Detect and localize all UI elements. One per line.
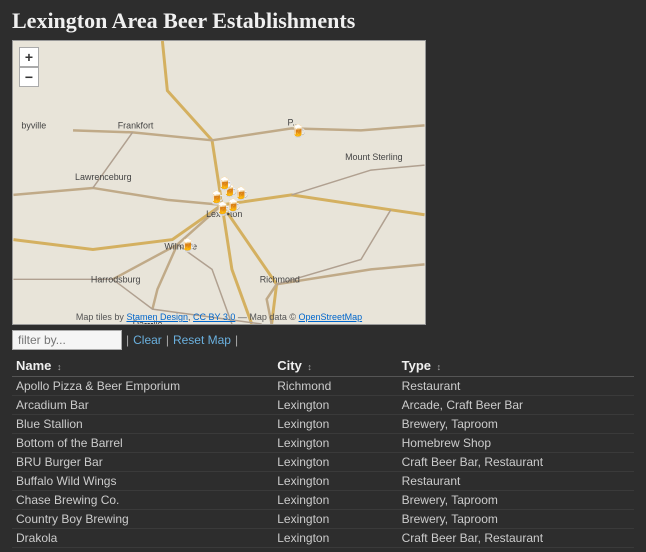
cell-name: Arcadium Bar (12, 396, 273, 415)
town-mount-sterling: Mount Sterling (345, 152, 403, 162)
table-row[interactable]: Apollo Pizza & Beer EmporiumRichmondRest… (12, 377, 634, 396)
table-body: Apollo Pizza & Beer EmporiumRichmondRest… (12, 377, 634, 548)
cell-type: Restaurant (398, 377, 634, 396)
map-container: Frankfort Lawrenceburg Harrodsburg Wilmo… (12, 40, 426, 325)
zoom-in-button[interactable]: + (19, 47, 39, 67)
cell-city: Lexington (273, 396, 397, 415)
cell-name: Drakola (12, 529, 273, 548)
town-lawrenceburg: Lawrenceburg (75, 172, 132, 182)
table-row[interactable]: Country Boy BrewingLexingtonBrewery, Tap… (12, 510, 634, 529)
cell-city: Richmond (273, 377, 397, 396)
cell-type: Craft Beer Bar, Restaurant (398, 453, 634, 472)
table-row[interactable]: Chase Brewing Co.LexingtonBrewery, Tapro… (12, 491, 634, 510)
cell-city: Lexington (273, 453, 397, 472)
clear-filter-link[interactable]: Clear (133, 333, 162, 347)
beer-icon-wilmore[interactable]: 🍺 (180, 237, 196, 253)
table-row[interactable]: DrakolaLexingtonCraft Beer Bar, Restaura… (12, 529, 634, 548)
app: Lexington Area Beer Establishments Frank… (0, 0, 646, 552)
cell-name: Chase Brewing Co. (12, 491, 273, 510)
cell-type: Brewery, Taproom (398, 491, 634, 510)
table-row[interactable]: Bottom of the BarrelLexingtonHomebrew Sh… (12, 434, 634, 453)
name-sort-icon: ↕ (57, 362, 62, 372)
town-byville: byville (21, 120, 46, 130)
cell-name: Bottom of the Barrel (12, 434, 273, 453)
cell-city: Lexington (273, 491, 397, 510)
zoom-out-button[interactable]: − (19, 67, 39, 87)
zoom-controls: + − (19, 47, 39, 87)
cc-link[interactable]: CC BY 3.0 (193, 312, 235, 322)
cell-city: Lexington (273, 510, 397, 529)
stamen-link[interactable]: Stamen Design (126, 312, 188, 322)
type-sort-icon: ↕ (437, 362, 442, 372)
cell-name: BRU Burger Bar (12, 453, 273, 472)
cell-name: Buffalo Wild Wings (12, 472, 273, 491)
cell-type: Brewery, Taproom (398, 510, 634, 529)
table-header-row: Name ↕ City ↕ Type ↕ (12, 355, 634, 377)
cell-city: Lexington (273, 529, 397, 548)
osm-link[interactable]: OpenStreetMap (299, 312, 363, 322)
col-header-type[interactable]: Type ↕ (398, 355, 634, 377)
table-row[interactable]: Arcadium BarLexingtonArcade, Craft Beer … (12, 396, 634, 415)
col-header-name[interactable]: Name ↕ (12, 355, 273, 377)
table-row[interactable]: BRU Burger BarLexingtonCraft Beer Bar, R… (12, 453, 634, 472)
city-sort-icon: ↕ (307, 362, 312, 372)
beer-icon-far[interactable]: 🍺 (290, 122, 306, 138)
establishments-table: Name ↕ City ↕ Type ↕ Apollo Pizza & Beer… (12, 355, 634, 548)
cell-type: Craft Beer Bar, Restaurant (398, 529, 634, 548)
table-container: Name ↕ City ↕ Type ↕ Apollo Pizza & Beer… (0, 355, 646, 552)
cell-type: Arcade, Craft Beer Bar (398, 396, 634, 415)
town-harrodsburg: Harrodsburg (91, 274, 141, 284)
beer-icon-4[interactable]: 🍺 (217, 175, 233, 191)
table-row[interactable]: Buffalo Wild WingsLexingtonRestaurant (12, 472, 634, 491)
cell-type: Brewery, Taproom (398, 415, 634, 434)
col-header-city[interactable]: City ↕ (273, 355, 397, 377)
map-svg: Frankfort Lawrenceburg Harrodsburg Wilmo… (13, 41, 425, 324)
cell-city: Lexington (273, 472, 397, 491)
town-frankfort: Frankfort (118, 120, 154, 130)
beer-icon-6[interactable]: 🍺 (215, 200, 231, 216)
map-attribution: Map tiles by Stamen Design, CC BY 3.0 — … (76, 312, 362, 322)
cell-name: Country Boy Brewing (12, 510, 273, 529)
cell-city: Lexington (273, 434, 397, 453)
reset-map-link[interactable]: Reset Map (173, 333, 231, 347)
page-title: Lexington Area Beer Establishments (0, 0, 646, 40)
cell-city: Lexington (273, 415, 397, 434)
cell-type: Restaurant (398, 472, 634, 491)
filter-input[interactable] (12, 330, 122, 350)
cell-type: Homebrew Shop (398, 434, 634, 453)
cell-name: Blue Stallion (12, 415, 273, 434)
town-richmond: Richmond (260, 274, 300, 284)
cell-name: Apollo Pizza & Beer Emporium (12, 377, 273, 396)
filter-row: | Clear | Reset Map | (0, 325, 646, 355)
table-row[interactable]: Blue StallionLexingtonBrewery, Taproom (12, 415, 634, 434)
